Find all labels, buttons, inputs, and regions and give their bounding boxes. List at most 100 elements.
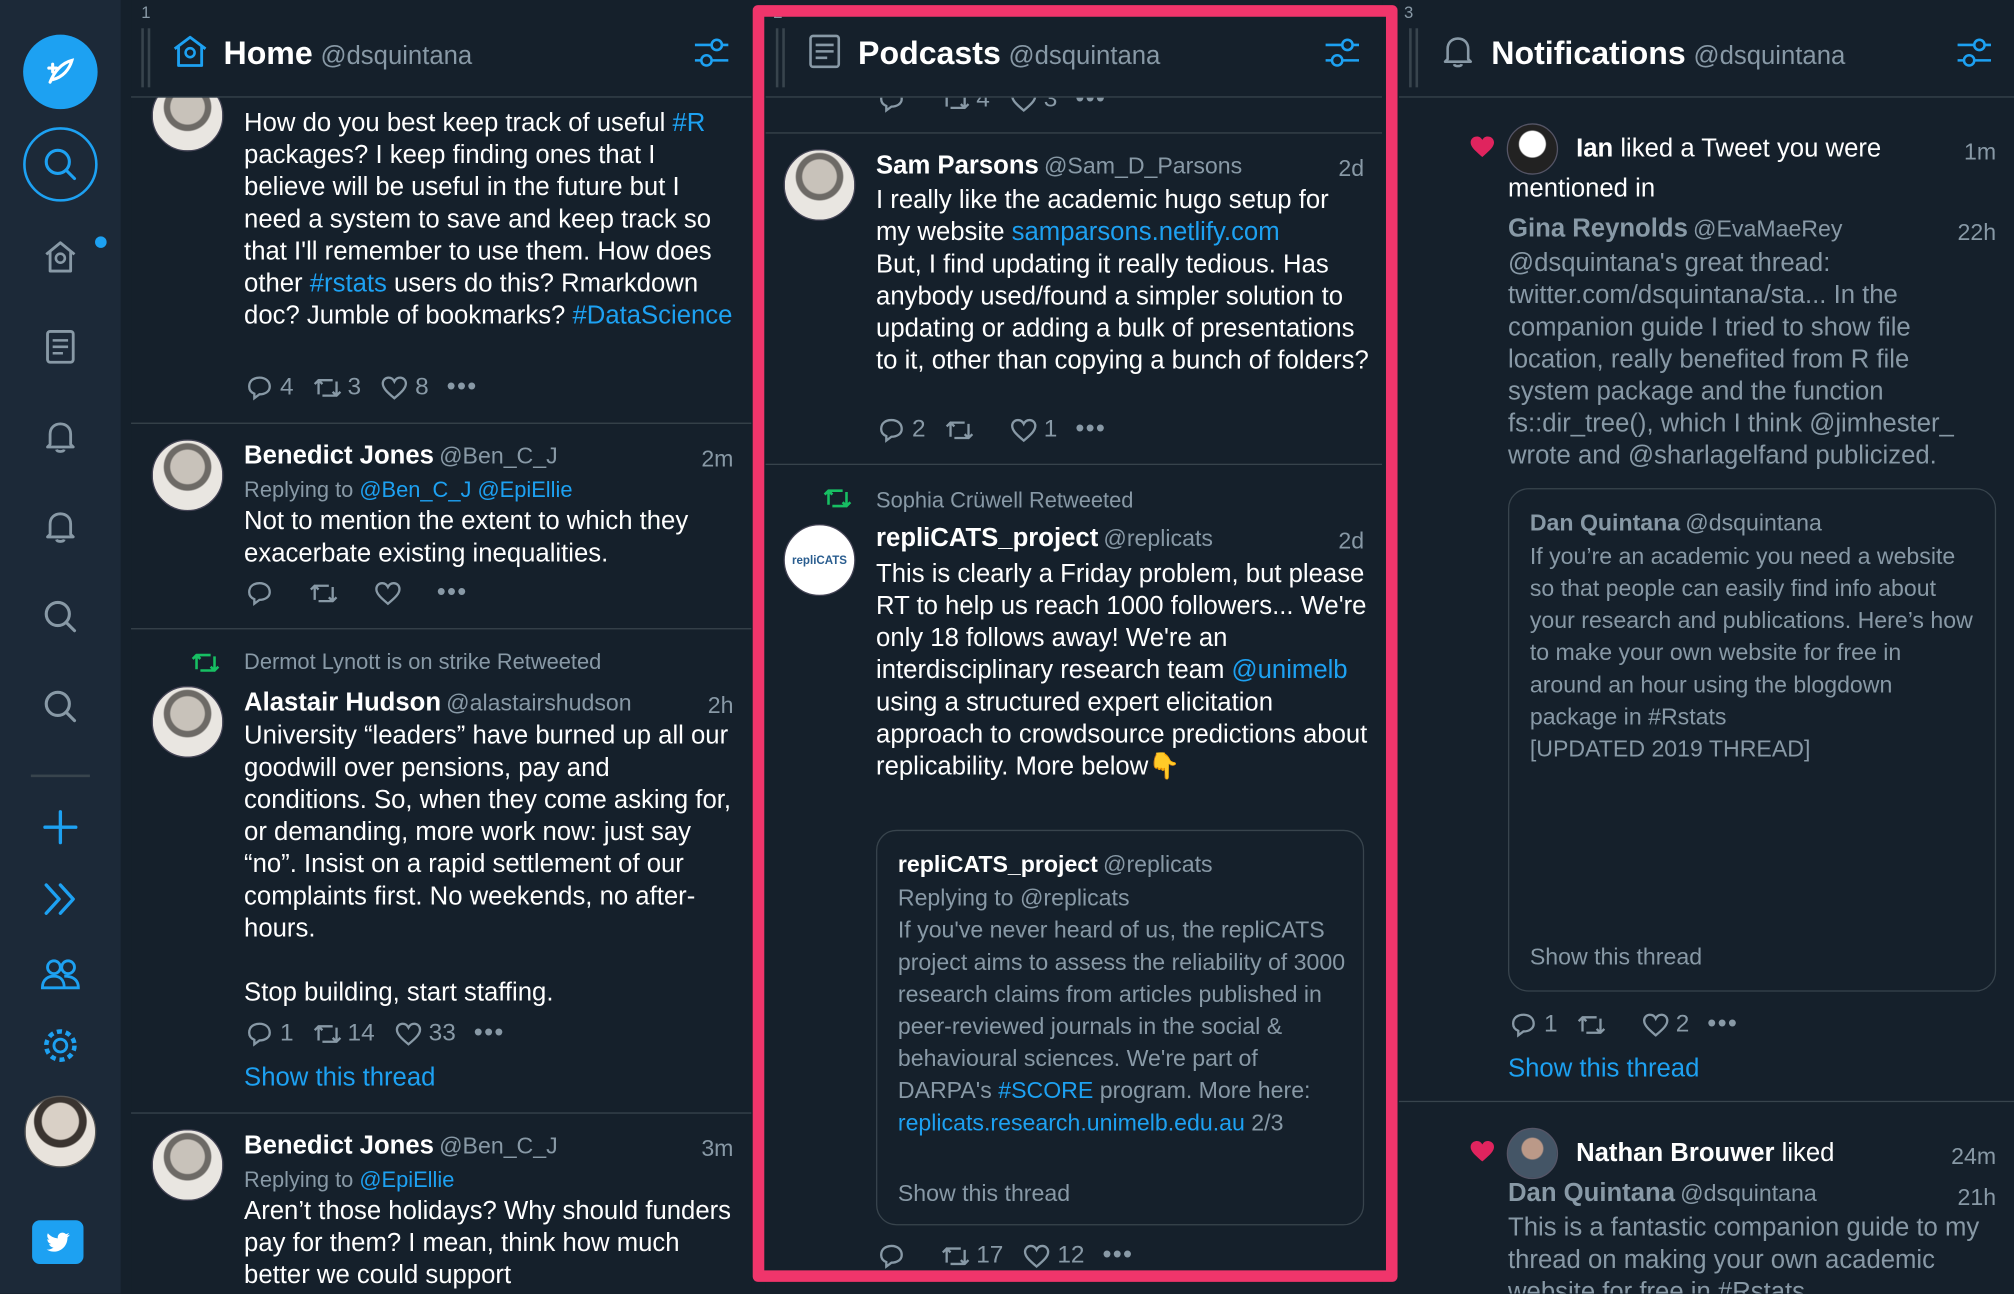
show-thread-link[interactable]: Show this thread bbox=[244, 1064, 435, 1094]
home-nav-button[interactable] bbox=[23, 220, 98, 295]
mention-link[interactable]: @unimelb bbox=[1232, 656, 1348, 684]
hashtag-link[interactable]: #rstats bbox=[310, 270, 387, 298]
notifications-nav-button[interactable] bbox=[23, 399, 98, 474]
mention-link[interactable]: @EpiEllie bbox=[359, 1168, 454, 1192]
more-icon[interactable]: ••• bbox=[1707, 1010, 1738, 1040]
like-button[interactable]: 2 bbox=[1640, 1010, 1689, 1038]
author-name[interactable]: Sam Parsons bbox=[876, 152, 1039, 180]
home-tweet-1[interactable]: How do you best keep track of useful #R … bbox=[131, 77, 752, 424]
mention-link[interactable]: @EpiEllie bbox=[477, 478, 572, 502]
tweet-time[interactable]: 2d bbox=[1338, 528, 1364, 555]
more-icon[interactable]: ••• bbox=[1075, 415, 1106, 445]
author-name[interactable]: Alastair Hudson bbox=[244, 688, 441, 716]
like-button[interactable] bbox=[373, 579, 409, 607]
author-handle[interactable]: @Ben_C_J bbox=[439, 443, 558, 469]
url-link[interactable]: replicats.research.unimelb.edu.au bbox=[898, 1110, 1245, 1136]
column-title[interactable]: Podcasts @dsquintana bbox=[858, 36, 1160, 73]
retweet-button[interactable]: 3 bbox=[312, 373, 361, 401]
author-name[interactable]: Gina Reynolds bbox=[1508, 215, 1688, 243]
tweet-time[interactable]: 2d bbox=[1338, 155, 1364, 182]
settings-button[interactable] bbox=[23, 1008, 98, 1083]
more-icon[interactable]: ••• bbox=[474, 1019, 505, 1049]
reply-button[interactable]: 1 bbox=[1508, 1010, 1558, 1038]
tweet-time[interactable]: 22h bbox=[1958, 220, 1997, 247]
notification-time[interactable]: 24m bbox=[1951, 1143, 1996, 1170]
podcast-tweet-2[interactable]: Sophia Crüwell Retweeted repliCATS repli… bbox=[766, 465, 1383, 1294]
reply-button[interactable]: 2 bbox=[876, 416, 926, 444]
notification-1[interactable]: Ian liked a Tweet you were mentioned in … bbox=[1398, 98, 2014, 1103]
show-thread-link[interactable]: Show this thread bbox=[898, 1180, 1070, 1207]
column-title[interactable]: Home @dsquintana bbox=[224, 36, 473, 73]
author-handle[interactable]: @dsquintana bbox=[1680, 1180, 1817, 1206]
author-handle[interactable]: @alastairshudson bbox=[446, 690, 631, 716]
drag-handle[interactable] bbox=[775, 28, 785, 88]
like-button[interactable]: 33 bbox=[393, 1019, 456, 1047]
retweet-button[interactable]: 14 bbox=[312, 1019, 375, 1047]
like-button[interactable]: 12 bbox=[1021, 1241, 1084, 1269]
mention-link[interactable]: @Ben_C_J bbox=[359, 478, 471, 502]
more-icon[interactable]: ••• bbox=[437, 578, 468, 608]
avatar[interactable] bbox=[151, 1129, 224, 1202]
compose-tweet-button[interactable] bbox=[23, 34, 98, 110]
search-nav-button-2[interactable] bbox=[23, 669, 98, 744]
notification-time[interactable]: 1m bbox=[1964, 139, 1996, 166]
home-tweet-4[interactable]: Benedict Jones @Ben_C_J 3m Replying to @E… bbox=[131, 1114, 751, 1294]
reply-button[interactable]: 1 bbox=[244, 1019, 294, 1047]
url-link[interactable]: samparsons.netlify.com bbox=[1012, 218, 1280, 246]
author-name[interactable]: Dan Quintana bbox=[1530, 510, 1680, 536]
retweet-button[interactable] bbox=[308, 579, 344, 607]
author-name[interactable]: Dan Quintana bbox=[1508, 1179, 1675, 1207]
quoted-tweet[interactable]: Dan Quintana @dsquintana If you’re an aca… bbox=[1508, 488, 1997, 992]
accounts-button[interactable] bbox=[23, 936, 98, 1011]
avatar[interactable] bbox=[151, 439, 224, 512]
like-button[interactable]: 8 bbox=[379, 373, 429, 401]
search-column-button[interactable] bbox=[23, 127, 98, 202]
author-name[interactable]: Benedict Jones bbox=[244, 1132, 434, 1160]
notification-2[interactable]: Nathan Brouwer liked 24m Dan Quintana @ds… bbox=[1399, 1102, 2014, 1293]
retweet-button[interactable] bbox=[944, 416, 980, 444]
reply-button[interactable]: 4 bbox=[244, 373, 294, 401]
show-thread-link[interactable]: Show this thread bbox=[1530, 944, 1702, 971]
avatar[interactable] bbox=[1506, 1127, 1559, 1180]
show-thread-link[interactable]: Show this thread bbox=[1508, 1055, 1699, 1085]
tweet-time[interactable]: 2m bbox=[701, 446, 733, 473]
home-tweet-3[interactable]: Dermot Lynott is on strike Retweeted Ala… bbox=[131, 629, 752, 1114]
author-handle[interactable]: @dsquintana bbox=[1685, 510, 1822, 536]
reply-button[interactable] bbox=[244, 579, 280, 607]
retweet-button[interactable] bbox=[1576, 1010, 1612, 1038]
drag-handle[interactable] bbox=[1409, 28, 1419, 88]
avatar[interactable]: repliCATS bbox=[783, 524, 856, 597]
actor-name[interactable]: Ian bbox=[1576, 135, 1613, 163]
podcast-tweet-1[interactable]: Sam Parsons @Sam_D_Parsons 2d I really li… bbox=[765, 134, 1383, 465]
like-button[interactable]: 1 bbox=[1008, 416, 1057, 444]
reply-button[interactable] bbox=[876, 1241, 912, 1269]
home-tweet-2[interactable]: Benedict Jones @Ben_C_J 2m Replying to @B… bbox=[131, 424, 752, 630]
expand-button[interactable] bbox=[23, 862, 98, 937]
author-handle[interactable]: @replicats bbox=[1103, 852, 1213, 878]
author-name[interactable]: Benedict Jones bbox=[244, 442, 434, 470]
tweet-time[interactable]: 2h bbox=[708, 692, 734, 719]
author-handle[interactable]: @Ben_C_J bbox=[439, 1133, 558, 1159]
quoted-tweet[interactable]: repliCATS_project @replicats Replying to … bbox=[876, 829, 1365, 1226]
hashtag-link[interactable]: #DataScience bbox=[572, 302, 732, 330]
retweet-button[interactable]: 17 bbox=[940, 1241, 1003, 1269]
more-icon[interactable]: ••• bbox=[1102, 1241, 1133, 1271]
notifications-nav-button-2[interactable] bbox=[23, 489, 98, 564]
actor-name[interactable]: Nathan Brouwer bbox=[1576, 1139, 1774, 1167]
hashtag-link[interactable]: #SCORE bbox=[998, 1078, 1093, 1104]
column-settings-icon[interactable] bbox=[1323, 33, 1362, 72]
retweeted-by[interactable]: Sophia Crüwell Retweeted bbox=[876, 488, 1133, 514]
list-nav-button[interactable] bbox=[23, 310, 98, 385]
more-icon[interactable]: ••• bbox=[447, 373, 478, 403]
avatar[interactable] bbox=[783, 149, 856, 221]
search-nav-button[interactable] bbox=[23, 579, 98, 654]
twitter-bird-icon[interactable] bbox=[32, 1220, 84, 1264]
tweet-time[interactable]: 21h bbox=[1958, 1184, 1997, 1211]
drag-handle[interactable] bbox=[141, 28, 151, 88]
avatar[interactable] bbox=[151, 685, 224, 758]
column-settings-icon[interactable] bbox=[692, 33, 731, 72]
add-column-button[interactable] bbox=[23, 790, 98, 865]
author-name[interactable]: repliCATS_project bbox=[898, 852, 1098, 878]
column-settings-icon[interactable] bbox=[1955, 33, 1994, 72]
tweet-time[interactable]: 3m bbox=[701, 1135, 733, 1162]
